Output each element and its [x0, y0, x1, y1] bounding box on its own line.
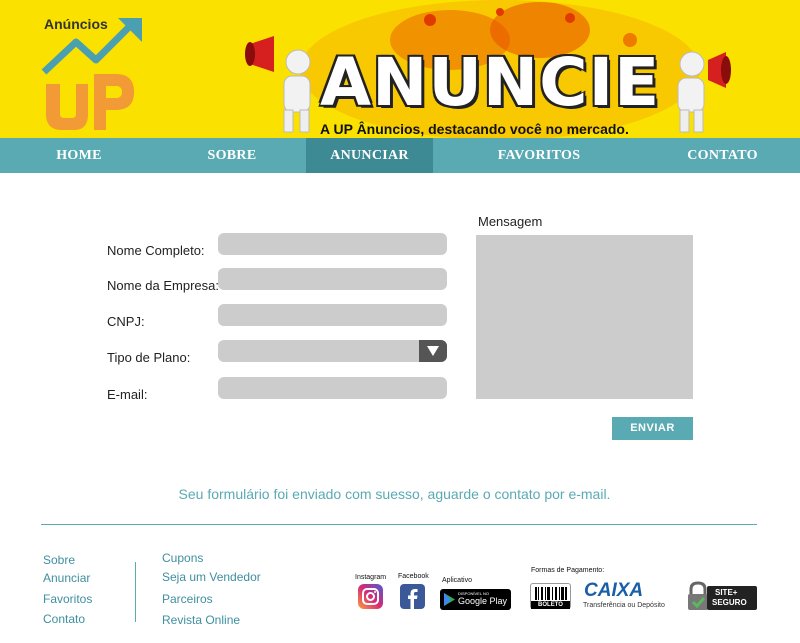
secure-site-badge: SITE+ SEGURO	[707, 586, 757, 610]
boleto-badge: BOLETO	[530, 583, 571, 609]
footer-link-contato[interactable]: Contato	[43, 612, 85, 626]
app-label: Aplicativo	[442, 577, 472, 584]
cnpj-input[interactable]	[218, 304, 447, 326]
banner-subtitle: A UP Ânuncios, destacando você no mercad…	[320, 121, 629, 137]
main-nav: HOME SOBRE ANUNCIAR FAVORITOS CONTATO	[0, 138, 800, 173]
caixa-logo: CAIXA	[584, 580, 644, 601]
footer-separator	[135, 562, 136, 622]
boleto-text: BOLETO	[531, 601, 570, 609]
full-name-input[interactable]	[218, 233, 447, 255]
footer-link-revista[interactable]: Revista Online	[162, 613, 240, 627]
caixa-subtitle: Transferência ou Depósito	[583, 602, 665, 609]
company-name-input[interactable]	[218, 268, 447, 290]
google-play-icon	[444, 593, 455, 606]
banner-title: ANUNCIE	[320, 44, 661, 121]
facebook-icon[interactable]	[400, 584, 425, 609]
full-name-label: Nome Completo:	[107, 243, 205, 258]
footer-link-anunciar[interactable]: Anunciar	[43, 571, 90, 585]
site-logo[interactable]: Anúncios	[40, 14, 150, 134]
facebook-label: Facebook	[398, 573, 429, 580]
footer-link-parceiros[interactable]: Parceiros	[162, 592, 213, 606]
email-label: E-mail:	[107, 387, 148, 402]
send-button[interactable]: ENVIAR	[612, 417, 693, 440]
footer-link-sobre[interactable]: Sobre	[43, 553, 75, 567]
nav-contato[interactable]: CONTATO	[645, 138, 800, 173]
nav-favoritos[interactable]: FAVORITOS	[433, 138, 645, 173]
logo-text: Anúncios	[44, 16, 108, 32]
barcode-icon	[535, 587, 567, 600]
secure-text-2: SEGURO	[712, 598, 747, 607]
payment-label: Formas de Pagamento:	[531, 567, 605, 574]
dropdown-arrow-icon[interactable]	[419, 340, 447, 362]
plan-type-select[interactable]	[218, 340, 447, 362]
success-message: Seu formulário foi enviado com suesso, a…	[178, 486, 611, 502]
cnpj-label: CNPJ:	[107, 314, 145, 329]
message-textarea[interactable]	[476, 235, 693, 399]
secure-text-1: SITE+	[715, 588, 738, 597]
nav-sobre[interactable]: SOBRE	[158, 138, 306, 173]
header: Anúncios ANUNCIE A UP Ânuncios, destacan…	[0, 0, 800, 138]
company-name-label: Nome da Empresa:	[107, 278, 219, 293]
growth-chart-logo-icon	[41, 18, 142, 130]
email-input[interactable]	[218, 377, 447, 399]
instagram-label: Instagram	[355, 574, 387, 581]
instagram-icon[interactable]	[358, 584, 383, 609]
footer-link-cupons[interactable]: Cupons	[162, 551, 203, 565]
message-label: Mensagem	[478, 214, 543, 229]
nav-home[interactable]: HOME	[0, 138, 158, 173]
plan-type-label: Tipo de Plano:	[107, 350, 191, 365]
google-play-badge[interactable]: DISPONÍVEL NO Google Play	[440, 589, 511, 610]
nav-anunciar[interactable]: ANUNCIAR	[306, 138, 433, 173]
google-play-text: Google Play	[458, 596, 508, 606]
footer-link-favoritos[interactable]: Favoritos	[43, 592, 92, 606]
footer-link-vendedor[interactable]: Seja um Vendedor	[162, 570, 261, 584]
footer-divider	[41, 524, 757, 525]
